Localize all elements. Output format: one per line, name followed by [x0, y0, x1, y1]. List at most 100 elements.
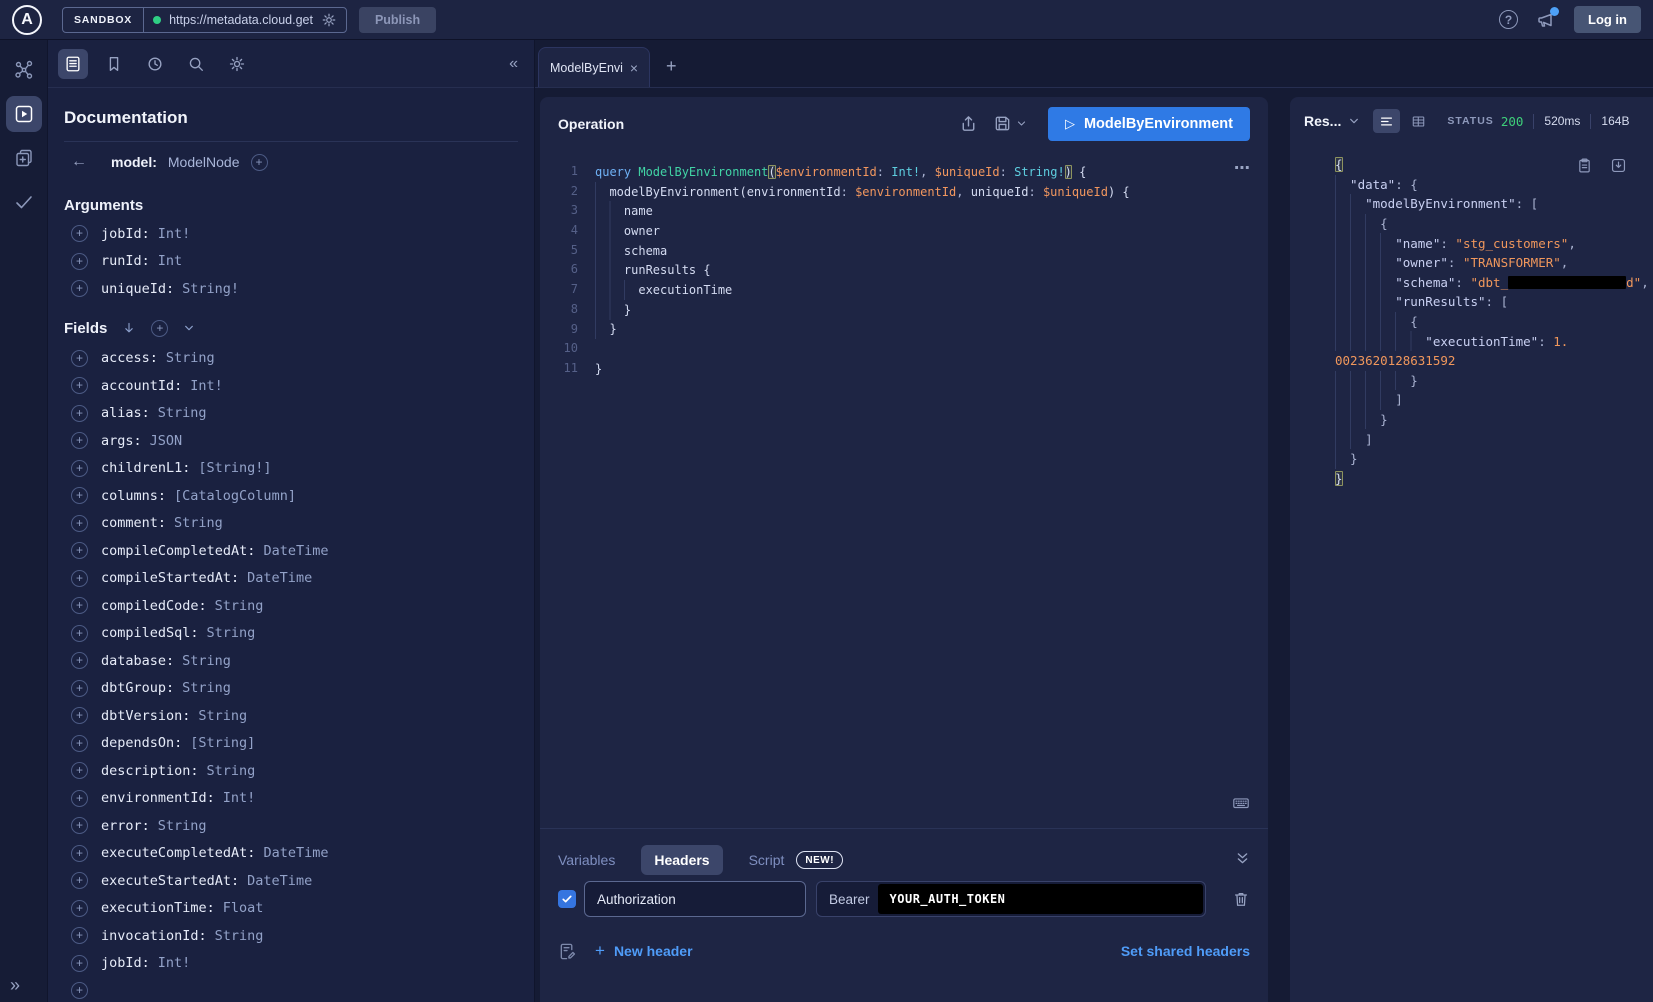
field-row[interactable]: +executeCompletedAt:DateTime [64, 840, 518, 868]
explorer-icon[interactable] [6, 96, 42, 132]
chevron-down-icon[interactable] [183, 322, 195, 334]
add-field-icon[interactable]: + [71, 845, 88, 862]
delete-header-icon[interactable] [1232, 890, 1250, 908]
endpoint-url-input[interactable]: https://metadata.cloud.get [144, 8, 346, 32]
shared-headers-doc-icon[interactable] [558, 942, 577, 961]
tab-headers[interactable]: Headers [641, 845, 722, 875]
copy-response-icon[interactable] [1576, 157, 1593, 174]
response-json[interactable]: {"data": {"modelByEnvironment": [{"name"… [1335, 155, 1653, 488]
collapse-panel-icon[interactable] [1235, 851, 1250, 866]
share-operation-icon[interactable] [959, 114, 978, 133]
add-field-icon[interactable]: + [71, 762, 88, 779]
operation-tab[interactable]: ModelByEnvi... × [538, 47, 650, 87]
tab-variables[interactable]: Variables [558, 852, 615, 868]
field-row[interactable]: +compileStartedAt:DateTime [64, 565, 518, 593]
download-response-icon[interactable] [1610, 157, 1627, 174]
header-key-input[interactable]: Authorization [584, 881, 806, 917]
field-row[interactable]: +columns:[CatalogColumn] [64, 482, 518, 510]
query-editor[interactable]: 1234567891011 query ModelByEnvironment($… [540, 150, 1268, 828]
table-view-icon[interactable] [1405, 109, 1432, 133]
expand-rail-icon[interactable]: » [10, 975, 18, 996]
field-row[interactable]: +dbtVersion:String [64, 702, 518, 730]
saved-operations-icon[interactable] [105, 55, 123, 73]
publish-button[interactable]: Publish [359, 7, 436, 33]
field-row[interactable]: +access:String [64, 345, 518, 373]
field-row[interactable]: +invocationId:String [64, 922, 518, 950]
add-field-icon[interactable]: + [71, 927, 88, 944]
response-chevron-icon[interactable] [1348, 115, 1360, 127]
add-field-icon[interactable]: + [71, 570, 88, 587]
add-field-icon[interactable]: + [71, 680, 88, 697]
argument-row[interactable]: +jobId:Int! [64, 220, 518, 248]
login-button[interactable]: Log in [1574, 6, 1641, 33]
history-icon[interactable] [146, 55, 164, 73]
argument-row[interactable]: +uniqueId:String! [64, 275, 518, 303]
collapse-docs-icon[interactable]: « [509, 55, 518, 73]
argument-row[interactable]: +runId:Int [64, 248, 518, 276]
field-row[interactable]: +executeStartedAt:DateTime [64, 867, 518, 895]
header-value-input[interactable]: Bearer YOUR_AUTH_TOKEN [816, 881, 1206, 917]
add-field-icon[interactable]: + [71, 955, 88, 972]
field-row[interactable]: +compiledSql:String [64, 620, 518, 648]
field-row[interactable]: +compileCompletedAt:DateTime [64, 537, 518, 565]
field-row[interactable]: +dependsOn:[String] [64, 730, 518, 758]
field-row[interactable]: +args:JSON [64, 427, 518, 455]
field-row[interactable]: +executionTime:Float [64, 895, 518, 923]
field-row[interactable]: +jobId:Int! [64, 950, 518, 978]
add-field-icon[interactable]: + [71, 597, 88, 614]
field-row[interactable]: +comment:String [64, 510, 518, 538]
add-tab-icon[interactable]: + [666, 56, 677, 77]
save-operation-group[interactable] [993, 114, 1027, 133]
add-field-icon[interactable]: + [71, 982, 88, 999]
add-field-icon[interactable]: + [71, 377, 88, 394]
add-field-icon[interactable]: + [71, 900, 88, 917]
add-field-icon[interactable]: + [71, 280, 88, 297]
add-all-fields-icon[interactable]: + [151, 320, 168, 337]
field-row[interactable]: +dbtGroup:String [64, 675, 518, 703]
sort-fields-icon[interactable] [122, 321, 136, 335]
endpoint-settings-icon[interactable] [321, 12, 337, 28]
set-shared-headers-link[interactable]: Set shared headers [1121, 943, 1250, 959]
add-field-icon[interactable]: + [71, 652, 88, 669]
add-field-icon[interactable]: + [71, 817, 88, 834]
graphql-code[interactable]: query ModelByEnvironment($environmentId:… [595, 162, 1130, 828]
keyboard-shortcuts-icon[interactable] [1230, 794, 1252, 812]
run-operation-button[interactable]: ▷ ModelByEnvironment [1048, 107, 1250, 141]
back-icon[interactable]: ← [71, 153, 87, 171]
add-field-icon[interactable]: + [71, 350, 88, 367]
tab-script[interactable]: Script [749, 852, 785, 868]
announcements-icon[interactable] [1536, 10, 1556, 30]
add-field-icon[interactable]: + [71, 405, 88, 422]
add-field-icon[interactable]: + [71, 253, 88, 270]
schema-graph-icon[interactable] [14, 60, 34, 80]
field-row[interactable]: +database:String [64, 647, 518, 675]
save-chevron-icon[interactable] [1016, 118, 1027, 129]
documentation-tab-icon[interactable] [58, 49, 88, 79]
type-name[interactable]: ModelNode [168, 154, 240, 170]
add-field-icon[interactable]: + [71, 460, 88, 477]
help-icon[interactable]: ? [1499, 10, 1518, 29]
sandbox-pages-icon[interactable] [14, 148, 34, 168]
field-row[interactable]: + [64, 977, 518, 1002]
field-row[interactable]: +childrenL1:[String!] [64, 455, 518, 483]
field-row[interactable]: +environmentId:Int! [64, 785, 518, 813]
add-field-icon[interactable]: + [71, 872, 88, 889]
add-field-icon[interactable]: + [71, 487, 88, 504]
editor-more-icon[interactable]: ⋯ [1234, 158, 1250, 178]
add-field-icon[interactable]: + [71, 707, 88, 724]
add-field-icon[interactable]: + [71, 225, 88, 242]
save-icon[interactable] [993, 114, 1012, 133]
add-field-icon[interactable]: + [71, 432, 88, 449]
add-field-icon[interactable]: + [71, 515, 88, 532]
field-row[interactable]: +compiledCode:String [64, 592, 518, 620]
search-icon[interactable] [187, 55, 205, 73]
new-header-button[interactable]: + New header [595, 941, 693, 961]
explorer-settings-icon[interactable] [228, 55, 246, 73]
add-field-icon[interactable]: + [71, 542, 88, 559]
field-row[interactable]: +accountId:Int! [64, 372, 518, 400]
header-enabled-checkbox[interactable] [558, 890, 576, 908]
add-field-icon[interactable]: + [71, 735, 88, 752]
field-row[interactable]: +description:String [64, 757, 518, 785]
close-tab-icon[interactable]: × [630, 60, 638, 76]
raw-view-icon[interactable] [1373, 109, 1400, 133]
